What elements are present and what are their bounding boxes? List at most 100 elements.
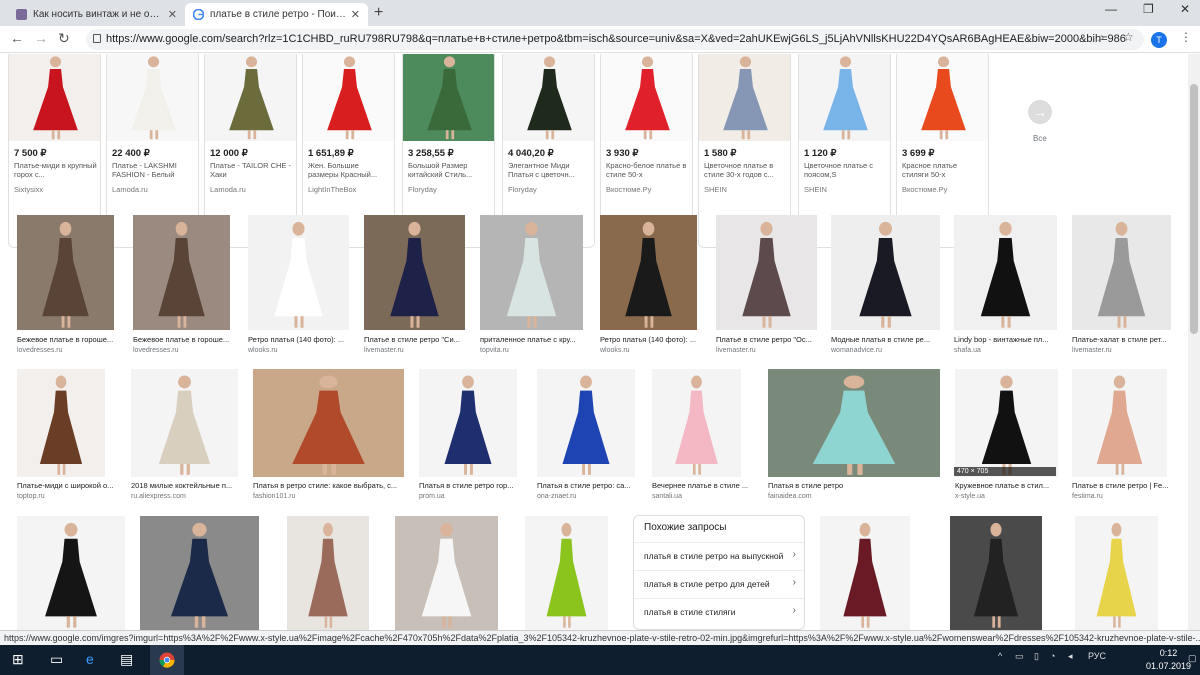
tab-title: Как носить винтаж и не облаж: [33, 9, 164, 20]
result-image[interactable]: [140, 516, 259, 630]
result-image[interactable]: [716, 215, 817, 330]
result-caption[interactable]: Бежевое платье в гороше...: [133, 335, 242, 344]
result-caption[interactable]: Ретро платья (140 фото): ...: [248, 335, 361, 344]
product-description: Цветочное платье в стиле 30-х годов с...: [704, 161, 774, 179]
tab-google-search[interactable]: платье в стиле ретро - Поиск в ✕: [185, 3, 368, 26]
product-image[interactable]: [699, 54, 790, 141]
result-caption[interactable]: Платье-миди с широкой о...: [17, 481, 117, 490]
result-caption[interactable]: Вечернее платье в стиле ...: [652, 481, 753, 490]
back-icon[interactable]: ←: [10, 30, 24, 46]
result-image[interactable]: [395, 516, 498, 630]
edge-icon[interactable]: e: [86, 651, 94, 667]
result-domain: wlooks.ru: [248, 347, 278, 354]
volume-icon[interactable]: ◂: [1068, 651, 1073, 662]
close-icon[interactable]: ✕: [168, 8, 177, 21]
result-image[interactable]: [248, 215, 349, 330]
star-icon[interactable]: ☆: [1123, 30, 1134, 44]
scrollbar-thumb[interactable]: [1190, 84, 1198, 334]
result-caption[interactable]: Платья в ретро стиле: какое выбрать, с..…: [253, 481, 416, 490]
menu-icon[interactable]: ⋮: [1180, 30, 1192, 44]
product-image[interactable]: [799, 54, 890, 141]
windows-start-icon[interactable]: ⊞: [12, 651, 24, 668]
scrollbar[interactable]: [1188, 54, 1200, 630]
related-item[interactable]: платья в стиле стиляги ›: [634, 598, 804, 622]
related-item[interactable]: платья в стиле ретро на выпускной ›: [634, 542, 804, 566]
product-image[interactable]: [107, 54, 198, 141]
file-explorer-icon[interactable]: ▭: [50, 651, 63, 668]
product-image[interactable]: [303, 54, 394, 141]
result-caption[interactable]: Платье в стиле ретро | Fe...: [1072, 481, 1179, 490]
see-all-label: Все: [1033, 134, 1047, 143]
clock[interactable]: 0:12 01.07.2019: [1146, 647, 1191, 673]
product-image[interactable]: [403, 54, 494, 141]
product-image[interactable]: [503, 54, 594, 141]
product-image[interactable]: [897, 54, 988, 141]
result-image[interactable]: [820, 516, 910, 630]
result-caption[interactable]: 2018 милые коктейльные п...: [131, 481, 250, 490]
address-bar[interactable]: https://www.google.com/search?rlz=1C1CHB…: [86, 29, 1144, 50]
product-source: SHEIN: [704, 185, 727, 194]
search-icon[interactable]: ⌕: [1098, 30, 1105, 45]
result-caption[interactable]: Кружевное платье в стил...: [955, 481, 1070, 490]
result-image[interactable]: [17, 369, 105, 477]
language-indicator[interactable]: РУС: [1088, 651, 1106, 661]
result-caption[interactable]: Бежевое платье в гороше...: [17, 335, 126, 344]
minimize-icon[interactable]: —: [1105, 2, 1117, 16]
result-image[interactable]: [1072, 215, 1171, 330]
new-tab-icon[interactable]: +: [374, 4, 383, 22]
result-image[interactable]: [950, 516, 1042, 630]
result-caption[interactable]: Ретро платья (140 фото): ...: [600, 335, 709, 344]
notifications-icon[interactable]: ▢: [1188, 653, 1197, 664]
result-caption[interactable]: Платья в стиле ретро: [768, 481, 952, 490]
result-caption[interactable]: Платье в стиле ретро "Ос...: [716, 335, 829, 344]
avatar[interactable]: T: [1151, 32, 1167, 48]
tab-vintage[interactable]: Как носить винтаж и не облаж ✕: [8, 3, 185, 26]
reload-icon[interactable]: ↻: [58, 30, 70, 47]
related-item[interactable]: платья в стиле ретро для детей ›: [634, 570, 804, 594]
product-image[interactable]: [9, 54, 100, 141]
product-image[interactable]: [601, 54, 692, 141]
result-image[interactable]: [17, 215, 114, 330]
result-caption[interactable]: приталенное платье с кру...: [480, 335, 595, 344]
result-image[interactable]: [768, 369, 940, 477]
restore-icon[interactable]: ❐: [1143, 2, 1154, 16]
close-window-icon[interactable]: ✕: [1180, 2, 1190, 16]
result-image[interactable]: [525, 516, 608, 630]
result-caption[interactable]: Платье-халат в стиле рет...: [1072, 335, 1183, 344]
result-caption[interactable]: Платья в стиле ретро гор...: [419, 481, 529, 490]
result-image[interactable]: [419, 369, 517, 477]
result-image[interactable]: [831, 215, 940, 330]
result-caption[interactable]: Платье в стиле ретро "Си...: [364, 335, 477, 344]
forward-icon[interactable]: →: [34, 30, 48, 46]
product-description: Цветочное платье с поясом,S: [804, 161, 873, 179]
result-image[interactable]: [253, 369, 404, 477]
result-caption[interactable]: Модные платья в стиле ре...: [831, 335, 952, 344]
result-image[interactable]: [1072, 369, 1167, 477]
product-image[interactable]: [205, 54, 296, 141]
result-image[interactable]: [364, 215, 465, 330]
result-image[interactable]: [600, 215, 697, 330]
result-caption[interactable]: Lindy bop - винтажные пл...: [954, 335, 1069, 344]
close-icon[interactable]: ✕: [351, 8, 360, 21]
lock-icon: [93, 34, 101, 43]
result-domain: lovedresses.ru: [133, 347, 179, 354]
battery-icon[interactable]: ▯: [1034, 651, 1039, 662]
result-image[interactable]: [954, 215, 1057, 330]
wifi-icon[interactable]: ◔: [1050, 651, 1055, 661]
result-image[interactable]: [537, 369, 635, 477]
result-image[interactable]: [131, 369, 238, 477]
tray-network-icon[interactable]: ▭: [1015, 651, 1024, 662]
result-image[interactable]: [480, 215, 583, 330]
tray-arrow-icon[interactable]: ^: [998, 651, 1002, 661]
see-all-arrow-icon[interactable]: →: [1028, 100, 1052, 124]
result-image[interactable]: [652, 369, 741, 477]
result-image[interactable]: [133, 215, 230, 330]
result-image[interactable]: [1075, 516, 1158, 630]
chrome-icon[interactable]: [150, 645, 184, 675]
result-image[interactable]: [17, 516, 125, 630]
result-image[interactable]: [287, 516, 369, 630]
result-image[interactable]: [955, 369, 1058, 477]
result-caption[interactable]: Платья в стиле ретро: са...: [537, 481, 647, 490]
chevron-right-icon: ›: [792, 605, 796, 616]
media-app-icon[interactable]: ▤: [120, 651, 133, 668]
